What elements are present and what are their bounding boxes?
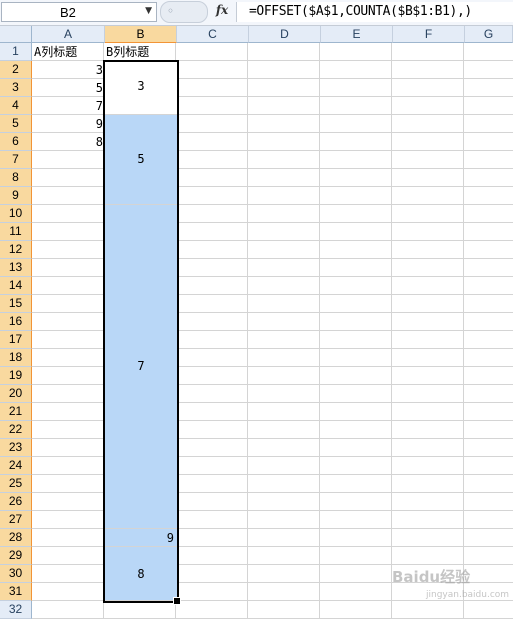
column-header-d[interactable]: D: [249, 26, 321, 43]
merged-value: 3: [137, 79, 145, 93]
column-header-e[interactable]: E: [321, 26, 393, 43]
row-header-20[interactable]: 20: [0, 385, 32, 403]
row-header-11[interactable]: 11: [0, 223, 32, 241]
cell-a2[interactable]: 3: [32, 61, 105, 79]
row-header-21[interactable]: 21: [0, 403, 32, 421]
column-header-c[interactable]: C: [177, 26, 249, 43]
merged-cell-b2-b4[interactable]: 3: [105, 61, 177, 115]
row-header-7[interactable]: 7: [0, 151, 32, 169]
row-header-10[interactable]: 10: [0, 205, 32, 223]
cell-a3[interactable]: 5: [32, 79, 105, 97]
row-header-23[interactable]: 23: [0, 439, 32, 457]
merged-value: 8: [137, 567, 145, 581]
row-header-5[interactable]: 5: [0, 115, 32, 133]
formula-text: =OFFSET($A$1,COUNTA($B$1:B1),): [249, 4, 472, 19]
row-header-30[interactable]: 30: [0, 565, 32, 583]
formula-input[interactable]: =OFFSET($A$1,COUNTA($B$1:B1),): [236, 2, 513, 22]
row-header-22[interactable]: 22: [0, 421, 32, 439]
column-header-a[interactable]: A: [32, 26, 105, 43]
cell-a4[interactable]: 7: [32, 97, 105, 115]
row-header-6[interactable]: 6: [0, 133, 32, 151]
row-header-13[interactable]: 13: [0, 259, 32, 277]
row-header-9[interactable]: 9: [0, 187, 32, 205]
row-header-31[interactable]: 31: [0, 583, 32, 601]
column-header-g[interactable]: G: [465, 26, 513, 43]
row-header-4[interactable]: 4: [0, 97, 32, 115]
select-all-corner[interactable]: [0, 26, 32, 43]
insert-function-icon[interactable]: fx: [212, 3, 232, 21]
row-header-2[interactable]: 2: [0, 61, 32, 79]
row-header-28[interactable]: 28: [0, 529, 32, 547]
row-header-32[interactable]: 32: [0, 601, 32, 619]
cell-b28[interactable]: 9: [105, 529, 177, 547]
column-header-f[interactable]: F: [393, 26, 465, 43]
merged-value: 9: [166, 531, 174, 545]
merged-value: 5: [137, 152, 145, 166]
formula-bar-separator[interactable]: ◦: [160, 1, 208, 23]
merged-cell-b29-b31[interactable]: 8: [105, 547, 177, 601]
merged-cell-b5-b9[interactable]: 5: [105, 115, 177, 205]
row-header-12[interactable]: 12: [0, 241, 32, 259]
row-header-14[interactable]: 14: [0, 277, 32, 295]
name-box-value: B2: [60, 5, 76, 20]
row-header-15[interactable]: 15: [0, 295, 32, 313]
row-header-16[interactable]: 16: [0, 313, 32, 331]
row-header-19[interactable]: 19: [0, 367, 32, 385]
row-header-26[interactable]: 26: [0, 493, 32, 511]
name-box[interactable]: B2 ▼: [1, 2, 157, 22]
fill-handle[interactable]: [173, 597, 181, 605]
column-header-b[interactable]: B: [105, 26, 177, 43]
merged-value: 7: [137, 359, 145, 373]
row-header-17[interactable]: 17: [0, 331, 32, 349]
expand-handle-icon: ◦: [167, 4, 175, 18]
cell-a5[interactable]: 9: [32, 115, 105, 133]
name-box-dropdown-icon[interactable]: ▼: [145, 6, 152, 16]
row-header-29[interactable]: 29: [0, 547, 32, 565]
row-header-24[interactable]: 24: [0, 457, 32, 475]
row-header-25[interactable]: 25: [0, 475, 32, 493]
baidu-watermark-logo: Baidu经验 jingyan.baidu.com: [392, 568, 510, 600]
cell-a1[interactable]: A列标题: [34, 43, 77, 61]
row-header-18[interactable]: 18: [0, 349, 32, 367]
formula-bar: B2 ▼ ◦ fx =OFFSET($A$1,COUNTA($B$1:B1),): [0, 0, 513, 26]
row-header-3[interactable]: 3: [0, 79, 32, 97]
cell-a6[interactable]: 8: [32, 133, 105, 151]
row-header-8[interactable]: 8: [0, 169, 32, 187]
cell-b1[interactable]: B列标题: [106, 43, 149, 61]
row-header-27[interactable]: 27: [0, 511, 32, 529]
row-header-1[interactable]: 1: [0, 43, 32, 61]
merged-cell-b10-b27[interactable]: 7: [105, 205, 177, 529]
